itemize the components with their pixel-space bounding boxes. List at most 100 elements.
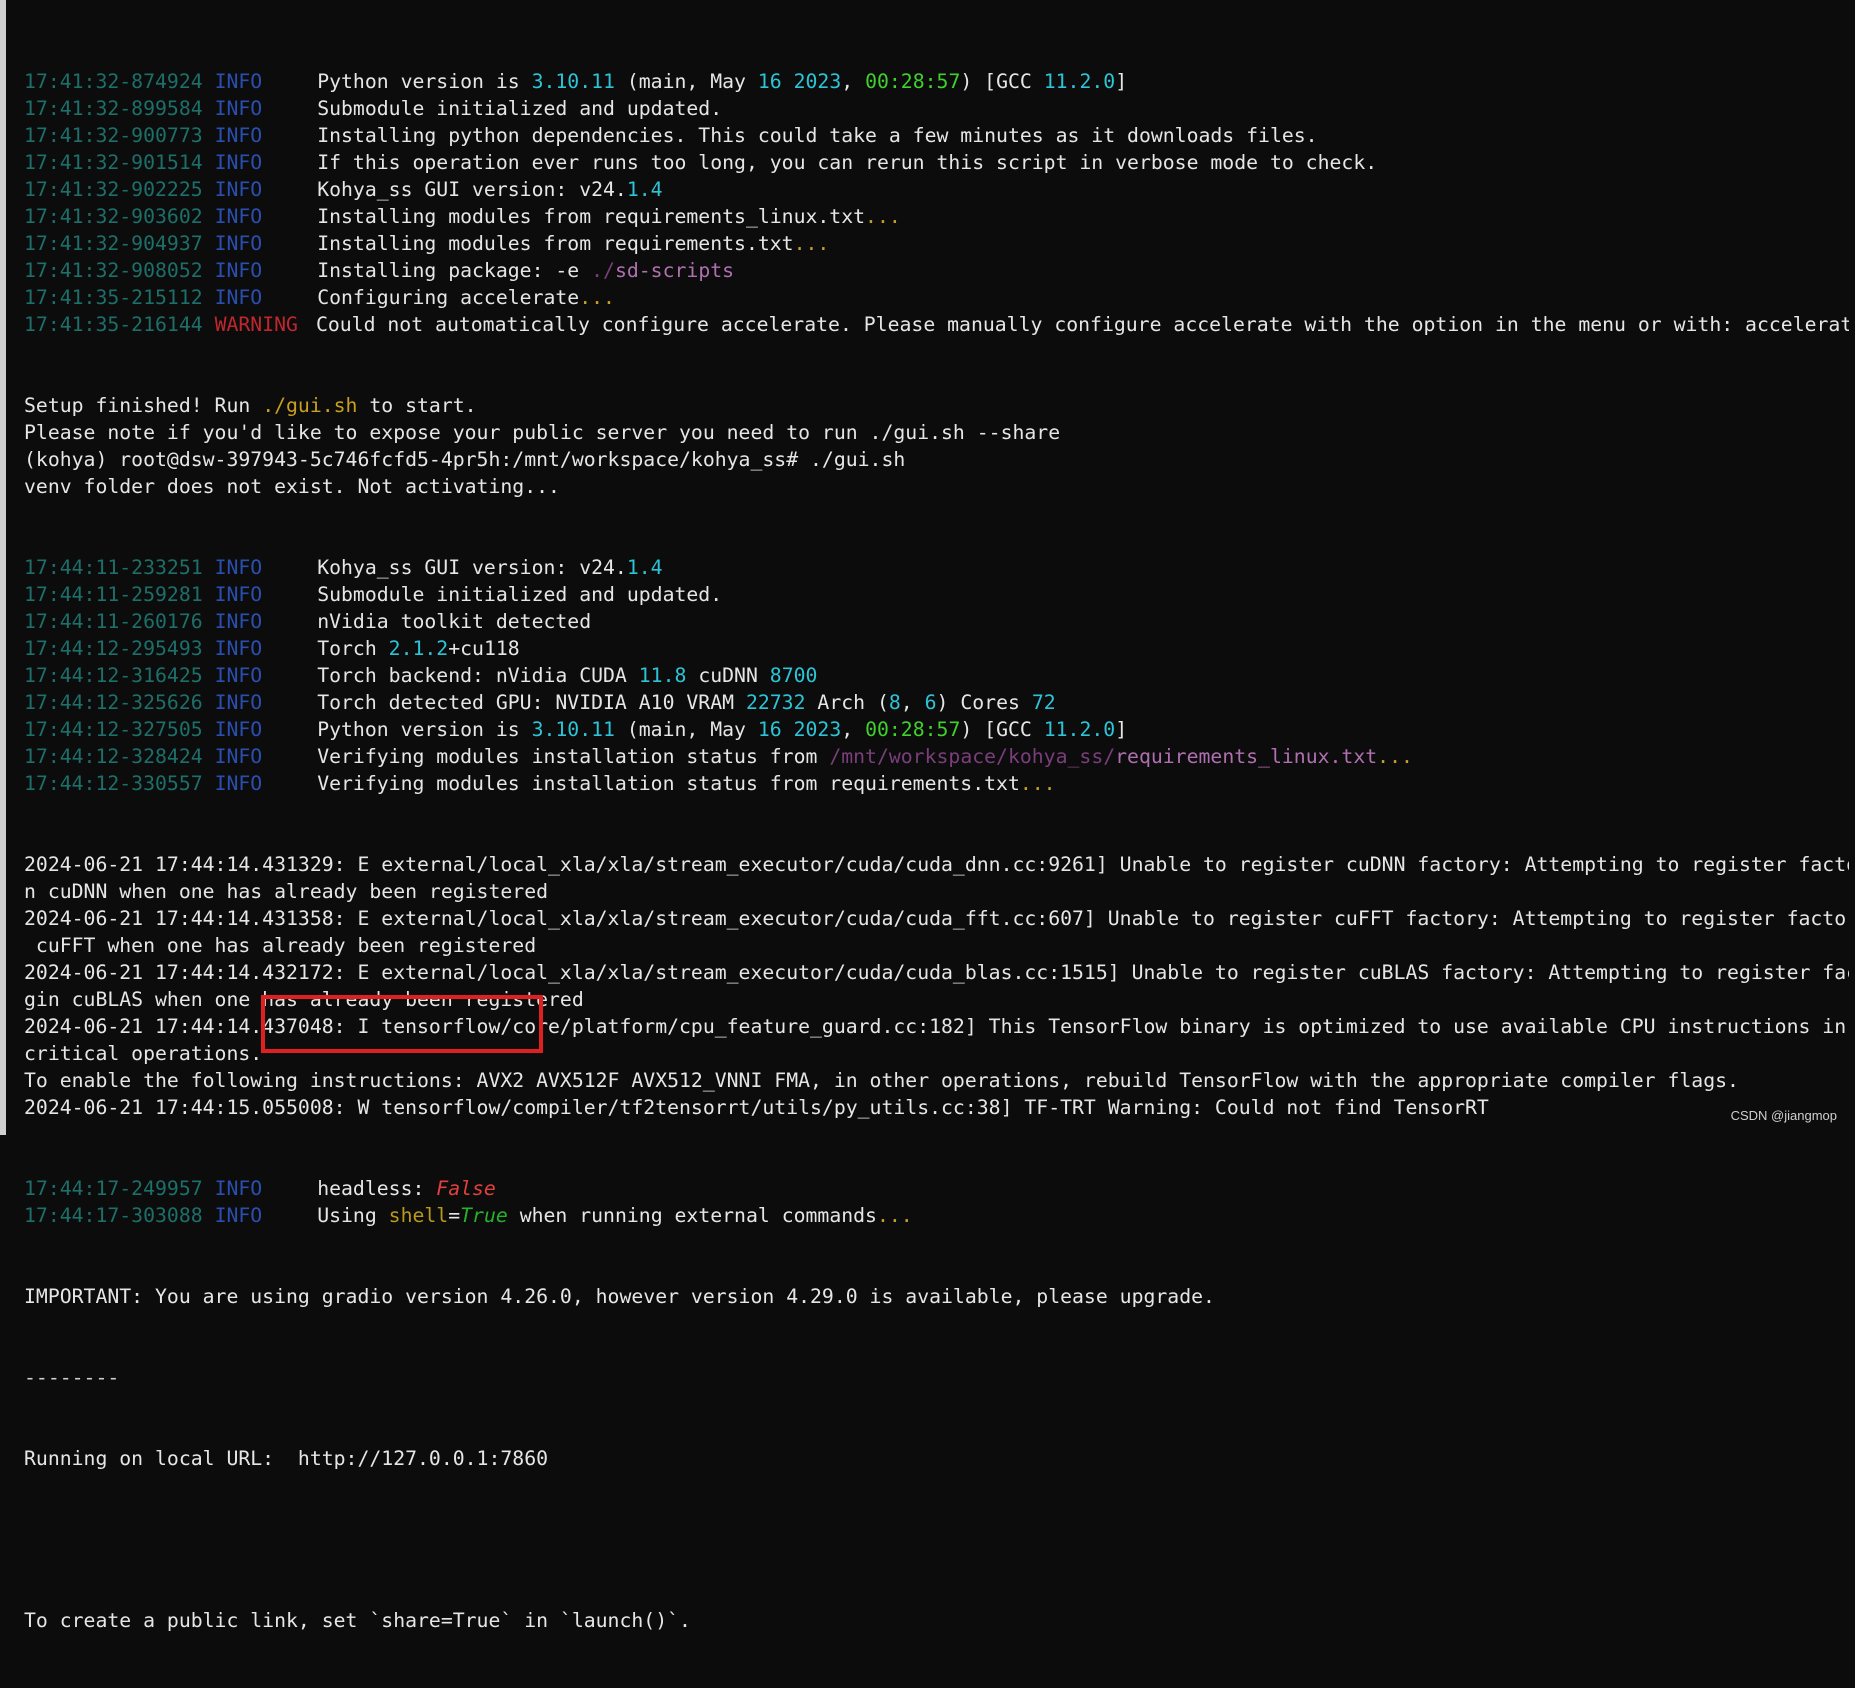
log-line: 17:44:12-328424 INFO Verifying modules in… (24, 743, 1849, 770)
log-message-part: 3.10.11 (531, 718, 615, 741)
log-timestamp: 17:44:12-328424 (24, 745, 203, 768)
output-line: 2024-06-21 17:44:14.432172: E external/l… (24, 961, 1849, 984)
log-message-part: headless: (317, 1177, 437, 1200)
log-block-runtime: 17:44:17-249957 INFO headless: False 17:44… (24, 1175, 1849, 1229)
log-message-part: 11.2.0 (1043, 718, 1116, 741)
log-message-part: cuDNN (686, 664, 770, 687)
log-message-part: If this operation ever runs too long, yo… (317, 151, 1378, 174)
local-url-label: Running on local URL: (24, 1447, 298, 1470)
log-message-part: 11.2.0 (1043, 70, 1116, 93)
log-line: 17:41:32-902225 INFO Kohya_ss GUI version… (24, 176, 1849, 203)
log-timestamp: 17:41:32-902225 (24, 178, 203, 201)
log-timestamp: 17:44:12-316425 (24, 664, 203, 687)
output-line: 2024-06-21 17:44:14.431358: E external/l… (24, 907, 1849, 930)
log-line: 17:44:11-259281 INFO Submodule initialize… (24, 581, 1849, 608)
log-message-part: 00:28:57 (865, 70, 961, 93)
log-message-part: Could not automatically configure accele… (315, 313, 1849, 336)
log-message-part: 1.4 (626, 556, 663, 579)
log-level: INFO (214, 583, 263, 606)
log-line: 17:44:12-316425 INFO Torch backend: nVidi… (24, 662, 1849, 689)
log-level: INFO (214, 286, 263, 309)
plain-block-tensorflow: 2024-06-21 17:44:14.431329: E external/l… (24, 851, 1849, 1121)
log-message-part: Submodule initialized and updated. (317, 97, 723, 120)
log-line: 17:41:32-903602 INFO Installing modules f… (24, 203, 1849, 230)
log-message-part: +cu118 (448, 637, 520, 660)
log-message-part: 1.4 (626, 178, 663, 201)
public-link-hint: To create a public link, set `share=True… (24, 1609, 691, 1632)
log-level: INFO (214, 772, 263, 795)
log-message-part: 2.1.2 (388, 637, 449, 660)
log-message-part: 6 (924, 691, 937, 714)
log-line: 17:41:32-908052 INFO Installing package: … (24, 257, 1849, 284)
output-line: (kohya) root@dsw-397943-5c746fcfd5-4pr5h… (24, 446, 1849, 473)
log-level: INFO (214, 664, 263, 687)
log-message-part: Installing python dependencies. This cou… (317, 124, 1318, 147)
log-message-part: Installing package: -e (317, 259, 592, 282)
output-line: 2024-06-21 17:44:15.055008: W tensorflow… (24, 1096, 1489, 1119)
log-message-part: True (460, 1204, 508, 1227)
log-line: 17:44:12-327505 INFO Python version is 3.… (24, 716, 1849, 743)
output-text: to start. (357, 394, 477, 417)
log-message-part: Arch ( (805, 691, 889, 714)
log-message-part: (main, May (614, 70, 758, 93)
output-line: n cuDNN when one has already been regist… (24, 880, 549, 903)
log-level: INFO (214, 745, 263, 768)
log-level: INFO (214, 637, 263, 660)
log-timestamp: 17:41:32-900773 (24, 124, 203, 147)
log-message-part: , (841, 718, 866, 741)
output-line: Setup finished! Run ./gui.sh to start. (24, 392, 1849, 419)
log-timestamp: 17:44:17-249957 (24, 1177, 203, 1200)
log-timestamp: 17:41:32-904937 (24, 232, 203, 255)
log-line: 17:44:11-260176 INFO nVidia toolkit detec… (24, 608, 1849, 635)
log-message-part: Verifying modules installation status fr… (317, 745, 830, 768)
log-message-part: False (436, 1177, 496, 1200)
log-block-setup: 17:41:32-874924 INFO Python version is 3.… (24, 68, 1849, 338)
local-url-link[interactable]: http://127.0.0.1:7860 (298, 1447, 548, 1470)
log-level: INFO (214, 70, 263, 93)
log-line: 17:44:11-233251 INFO Kohya_ss GUI version… (24, 554, 1849, 581)
log-timestamp: 17:41:32-901514 (24, 151, 203, 174)
log-message-part: 3.10.11 (531, 70, 615, 93)
watermark: CSDN @jiangmop (1730, 1108, 1837, 1123)
log-timestamp: 17:44:12-330557 (24, 772, 203, 795)
output-line: venv folder does not exist. Not activati… (24, 473, 1849, 500)
local-url-line: Running on local URL: http://127.0.0.1:7… (24, 1445, 1849, 1472)
log-line: 17:41:35-215112 INFO Configuring accelera… (24, 284, 1849, 311)
log-message-part: 16 2023 (757, 70, 842, 93)
log-level: INFO (214, 178, 263, 201)
terminal-window[interactable]: 17:41:32-874924 INFO Python version is 3.… (0, 0, 1855, 1632)
log-level: INFO (214, 124, 263, 147)
log-timestamp: 17:41:35-215112 (24, 286, 203, 309)
log-message-part: ... (793, 232, 830, 255)
log-line: 17:44:12-330557 INFO Verifying modules in… (24, 770, 1849, 797)
output-line: Please note if you'd like to expose your… (24, 419, 1849, 446)
output-text: venv folder does not exist. Not activati… (24, 475, 560, 498)
log-level: INFO (214, 556, 263, 579)
log-timestamp: 17:44:17-303088 (24, 1204, 203, 1227)
log-message-part: ... (1019, 772, 1056, 795)
log-message-part: Configuring accelerate (317, 286, 580, 309)
log-level: INFO (214, 97, 263, 120)
log-message-part: ./ (591, 259, 615, 282)
log-level: WARNING (214, 313, 298, 336)
log-message-part: Kohya_ss GUI version: v24. (317, 556, 627, 579)
log-level: INFO (214, 610, 263, 633)
log-level: INFO (214, 1204, 263, 1227)
log-message-part: ) Cores (936, 691, 1032, 714)
log-message-part: 22732 (745, 691, 806, 714)
log-block-launch: 17:44:11-233251 INFO Kohya_ss GUI version… (24, 554, 1849, 797)
